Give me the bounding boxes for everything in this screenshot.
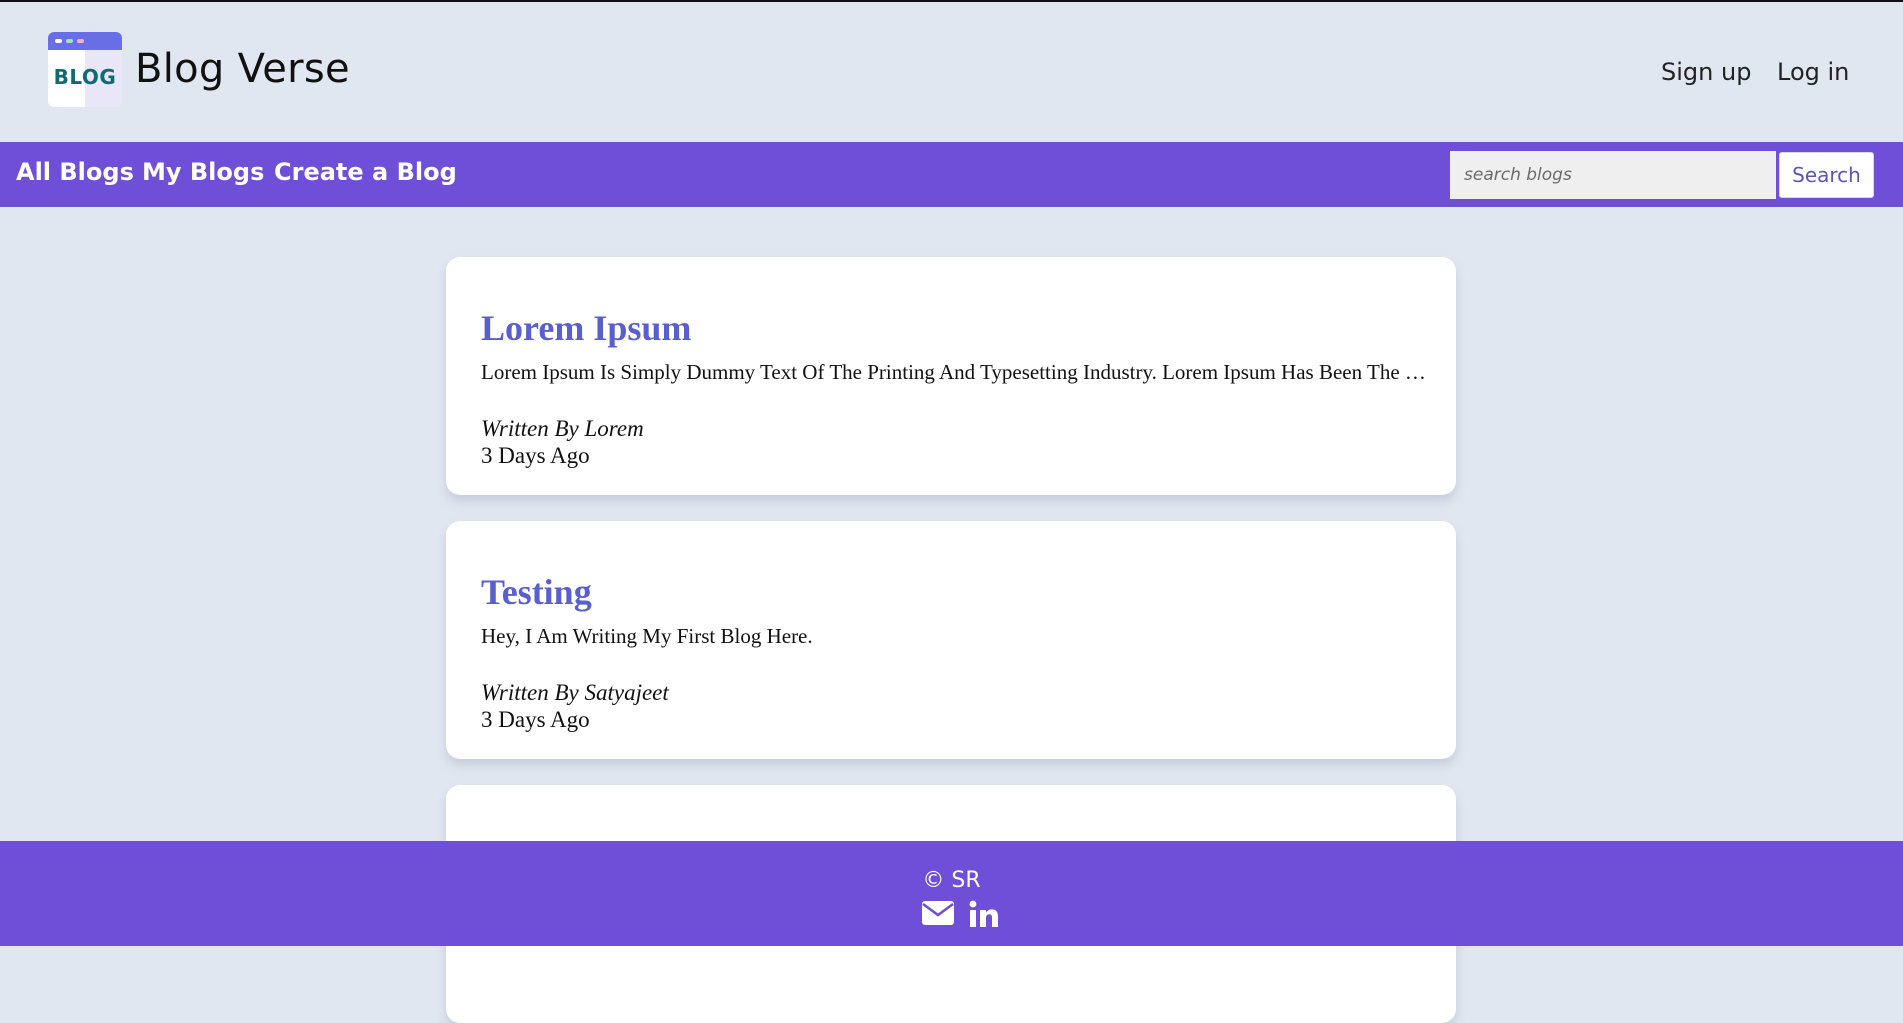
nav-my-blogs[interactable]: My Blogs — [142, 158, 264, 186]
envelope-icon[interactable] — [922, 900, 954, 931]
linkedin-icon[interactable] — [969, 900, 999, 933]
blog-title[interactable]: Lorem Ipsum — [481, 307, 691, 349]
blog-title[interactable]: Testing — [481, 571, 592, 613]
brand-title[interactable]: Blog Verse — [135, 46, 350, 92]
logo-dot — [66, 39, 73, 43]
nav-all-blogs[interactable]: All Blogs — [16, 158, 134, 186]
nav-create-blog[interactable]: Create a Blog — [274, 158, 457, 186]
blog-date: 3 Days Ago — [481, 707, 590, 732]
blog-excerpt: Hey, I Am Writing My First Blog Here. — [481, 624, 813, 648]
blog-author: Written By Satyajeet — [481, 680, 669, 705]
logo-dot — [55, 39, 62, 43]
logo[interactable]: BLOG — [48, 32, 122, 107]
copyright-text: © SR — [922, 868, 981, 893]
site-header: BLOG Blog Verse Sign up Log in — [0, 2, 1903, 142]
search-input[interactable] — [1450, 151, 1776, 199]
signup-link[interactable]: Sign up — [1661, 58, 1751, 86]
site-footer: © SR — [0, 841, 1903, 946]
blog-date: 3 Days Ago — [481, 443, 590, 468]
nav-bar: All Blogs My Blogs Create a Blog Search — [0, 142, 1903, 207]
blog-card[interactable]: Lorem Ipsum Lorem Ipsum Is Simply Dummy … — [446, 257, 1456, 495]
blog-card[interactable]: Testing Hey, I Am Writing My First Blog … — [446, 521, 1456, 759]
logo-text: BLOG — [53, 65, 117, 89]
login-link[interactable]: Log in — [1777, 58, 1849, 86]
blog-author: Written By Lorem — [481, 416, 644, 441]
logo-window-bar — [48, 32, 122, 50]
blog-excerpt: Lorem Ipsum Is Simply Dummy Text Of The … — [481, 360, 1426, 384]
logo-dot — [77, 39, 84, 43]
search-button[interactable]: Search — [1779, 152, 1874, 198]
